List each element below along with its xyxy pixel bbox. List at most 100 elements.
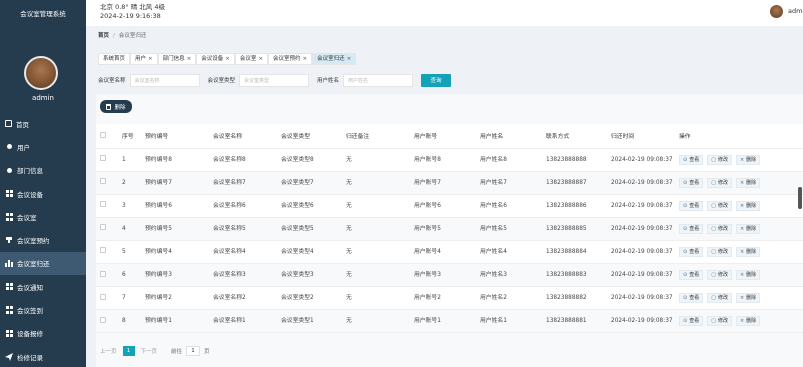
edit-button[interactable]: ▢ 修改 <box>707 293 732 304</box>
room-name-cell: 会议室名称2 <box>209 286 277 311</box>
delete-button[interactable]: × 删除 <box>735 246 761 257</box>
breadcrumb-home[interactable]: 首页 <box>98 33 109 39</box>
pin-icon <box>5 236 13 244</box>
avatar[interactable] <box>24 56 58 90</box>
return-time-cell: 2024-02-19 09:08:37 <box>607 171 675 195</box>
content-panel: 删除 序号 预约编号 会议室名称 会议室类型 归还备注 用户账号 用户姓名 联系… <box>96 94 803 367</box>
delete-button[interactable]: × 删除 <box>735 154 761 165</box>
sidebar-item-equipment[interactable]: 会议设备 <box>0 182 86 205</box>
row-checkbox[interactable] <box>100 293 106 300</box>
sidebar-item-checkin[interactable]: 会议签到 <box>0 298 86 321</box>
view-button[interactable]: ⊙ 查看 <box>679 293 704 304</box>
header-checkbox-cell[interactable] <box>96 124 118 149</box>
row-checkbox-cell[interactable] <box>96 240 118 264</box>
row-checkbox-cell[interactable] <box>96 148 118 172</box>
top-user-name[interactable]: admi <box>788 7 803 15</box>
close-icon[interactable]: × <box>258 53 263 65</box>
sidebar-item-departments[interactable]: 部门信息 <box>0 159 86 182</box>
view-button[interactable]: ⊙ 查看 <box>679 223 704 234</box>
edit-button[interactable]: ▢ 修改 <box>707 270 732 281</box>
column-header: 归还备注 <box>342 124 410 149</box>
page-number-current[interactable]: 1 <box>122 346 135 356</box>
tab-rooms[interactable]: 会议室 × <box>234 53 269 65</box>
return-time-cell: 2024-02-19 09:08:37 <box>607 309 675 334</box>
view-button[interactable]: ⊙ 查看 <box>679 246 704 257</box>
row-checkbox-cell[interactable] <box>96 286 118 311</box>
select-all-checkbox[interactable] <box>100 131 106 138</box>
room-name-label: 会议室名称 <box>98 78 126 84</box>
contact-phone-cell: 13823888883 <box>542 263 607 288</box>
edit-button[interactable]: ▢ 修改 <box>707 200 732 211</box>
eye-icon: ⊙ <box>683 295 688 302</box>
room-name-input[interactable]: 会议室名称 <box>129 73 200 87</box>
close-icon[interactable]: × <box>225 53 230 65</box>
edit-button[interactable]: ▢ 修改 <box>707 177 732 188</box>
room-type-input[interactable]: 会议室类型 <box>239 73 310 87</box>
row-actions: ⊙ 查看 ▢ 修改 × 删除 <box>679 154 803 165</box>
row-checkbox-cell[interactable] <box>96 217 118 241</box>
return-note-cell: 无 <box>342 240 410 264</box>
view-button[interactable]: ⊙ 查看 <box>679 177 704 188</box>
batch-delete-button[interactable]: 删除 <box>100 100 132 113</box>
tab-label: 会议室归还 <box>317 56 345 62</box>
view-button[interactable]: ⊙ 查看 <box>679 154 704 165</box>
view-button[interactable]: ⊙ 查看 <box>679 270 704 281</box>
sidebar-item-maintenance[interactable]: 检修记录 <box>0 345 86 367</box>
delete-button[interactable]: × 删除 <box>735 200 761 211</box>
view-button[interactable]: ⊙ 查看 <box>679 316 704 327</box>
delete-button[interactable]: × 删除 <box>735 293 761 304</box>
edit-button[interactable]: ▢ 修改 <box>707 154 732 165</box>
sidebar-item-rooms[interactable]: 会议室 <box>0 205 86 228</box>
row-checkbox-cell[interactable] <box>96 263 118 288</box>
user-name-cell: 用户姓名7 <box>476 171 542 195</box>
sidebar-item-reservations[interactable]: 会议室预约 <box>0 228 86 251</box>
delete-button[interactable]: × 删除 <box>735 223 761 234</box>
sidebar-item-repairs[interactable]: 设备报修 <box>0 322 86 345</box>
sidebar-item-home[interactable]: 首页 <box>0 112 86 135</box>
row-checkbox[interactable] <box>100 178 106 185</box>
row-checkbox[interactable] <box>100 270 106 277</box>
sidebar-item-users[interactable]: 用户 <box>0 135 86 158</box>
tab-departments[interactable]: 部门信息 × <box>157 53 197 65</box>
goto-page-input[interactable]: 1 <box>186 346 201 356</box>
next-page-button[interactable]: 下一页 <box>141 347 158 355</box>
row-checkbox[interactable] <box>100 201 106 208</box>
prev-page-button[interactable]: 上一页 <box>100 347 117 355</box>
edit-button[interactable]: ▢ 修改 <box>707 246 732 257</box>
sidebar-item-label: 会议通知 <box>17 283 43 292</box>
scrollbar[interactable] <box>798 187 802 209</box>
tab-returns[interactable]: 会议室归还 × <box>312 53 357 65</box>
row-checkbox-cell[interactable] <box>96 171 118 195</box>
query-button[interactable]: 查询 <box>421 73 452 87</box>
sidebar-item-returns[interactable]: 会议室归还 <box>0 251 86 276</box>
tab-users[interactable]: 用户 × <box>130 53 158 65</box>
close-icon[interactable]: × <box>347 53 352 65</box>
close-icon[interactable]: × <box>187 53 192 65</box>
delete-button[interactable]: × 删除 <box>735 316 761 327</box>
tab-reservations[interactable]: 会议室预约 × <box>268 53 313 65</box>
view-button[interactable]: ⊙ 查看 <box>679 200 704 211</box>
row-checkbox-cell[interactable] <box>96 194 118 218</box>
contact-phone-cell: 13823888888 <box>542 148 607 172</box>
sidebar-item-notices[interactable]: 会议通知 <box>0 275 86 298</box>
return-time-cell: 2024-02-19 09:08:37 <box>607 217 675 241</box>
edit-button[interactable]: ▢ 修改 <box>707 316 732 327</box>
row-checkbox[interactable] <box>100 155 106 162</box>
row-checkbox-cell[interactable] <box>96 309 118 334</box>
row-index-cell: 6 <box>118 263 141 288</box>
delete-button[interactable]: × 删除 <box>735 177 761 188</box>
edit-button[interactable]: ▢ 修改 <box>707 223 732 234</box>
row-checkbox[interactable] <box>100 247 106 254</box>
close-icon[interactable]: × <box>148 53 153 65</box>
row-checkbox[interactable] <box>100 316 106 323</box>
edit-icon: ▢ <box>711 156 716 163</box>
row-checkbox[interactable] <box>100 224 106 231</box>
user-name-input[interactable]: 用户姓名 <box>343 73 414 87</box>
tab-equipment[interactable]: 会议设备 × <box>196 53 235 65</box>
tab-home[interactable]: 系统首页 <box>98 53 131 65</box>
delete-button[interactable]: × 删除 <box>735 270 761 281</box>
avatar[interactable] <box>770 5 783 18</box>
close-icon[interactable]: × <box>303 53 308 65</box>
grid-icon <box>5 329 13 338</box>
home-icon <box>5 120 12 128</box>
